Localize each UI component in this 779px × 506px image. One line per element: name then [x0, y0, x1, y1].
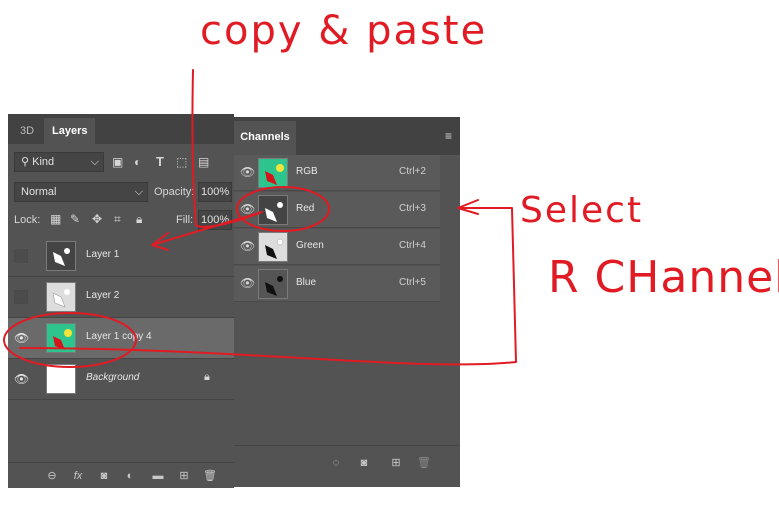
select-bracket	[19, 199, 517, 366]
layer-copy-circle	[3, 312, 137, 368]
arrow-to-layer1	[191, 69, 263, 228]
arrow-to-layer1-head	[151, 211, 263, 251]
annotation-strokes	[3, 69, 517, 368]
red-channel-circle	[236, 186, 330, 232]
